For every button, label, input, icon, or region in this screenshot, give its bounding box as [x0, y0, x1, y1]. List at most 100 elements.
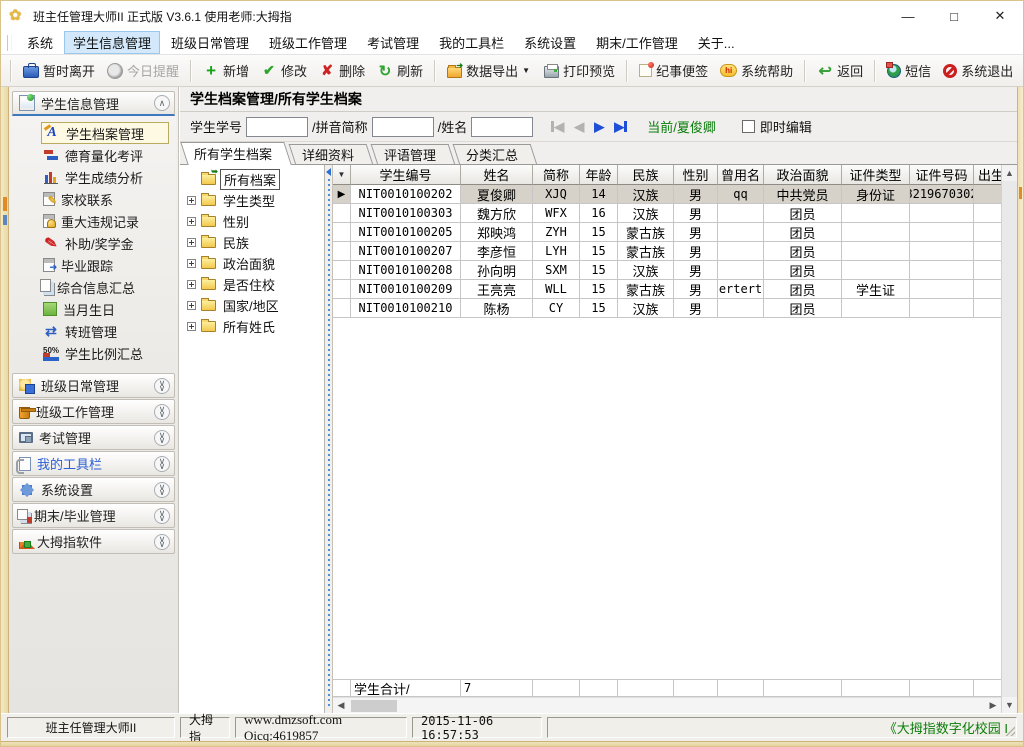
table-row[interactable]: ▶ NIT0010100202夏俊卿XJQ14汉族男qq中共党员身份证28219…: [333, 185, 1001, 204]
grid-options-icon[interactable]: ▼: [338, 170, 346, 179]
refresh-button[interactable]: ↻刷新: [371, 58, 429, 83]
tree-item-surnames[interactable]: 所有姓氏: [186, 316, 324, 337]
menu-about[interactable]: 关于...: [689, 31, 744, 54]
col-age[interactable]: 年龄: [580, 165, 618, 185]
menu-settings[interactable]: 系统设置: [515, 31, 585, 54]
export-dropdown-icon[interactable]: ▼: [522, 66, 532, 75]
horizontal-scroll-thumb[interactable]: [351, 700, 397, 712]
menu-class-daily[interactable]: 班级日常管理: [162, 31, 258, 54]
data-export-button[interactable]: 数据导出▼: [441, 58, 538, 83]
nav-last-button[interactable]: ▶: [614, 119, 627, 135]
sidebar-section-student-info[interactable]: 学生信息管理 ∧: [12, 91, 175, 116]
sidebar-item-home-school[interactable]: 家校联系: [41, 188, 176, 210]
splitter-collapse-icon[interactable]: [326, 168, 331, 176]
nav-first-button[interactable]: ◀: [551, 119, 564, 135]
menu-class-work[interactable]: 班级工作管理: [260, 31, 356, 54]
sidebar-item-violation-record[interactable]: 重大违规记录: [41, 210, 176, 232]
tab-details[interactable]: 详细资料: [292, 144, 370, 165]
col-birth[interactable]: 出生日期: [974, 165, 1001, 185]
table-row[interactable]: NIT0010100303魏方欣WFX16汉族男团员1986: [333, 204, 1001, 223]
tree-item-gender[interactable]: 性别: [186, 211, 324, 232]
expand-plus-icon[interactable]: [187, 238, 196, 247]
col-sex[interactable]: 性别: [674, 165, 718, 185]
sidebar-item-class-transfer[interactable]: ⇄转班管理: [41, 320, 176, 342]
sidebar-item-info-summary[interactable]: 综合信息汇总: [41, 276, 176, 298]
sms-button[interactable]: 短信: [881, 58, 937, 83]
tree-table-splitter[interactable]: [325, 165, 333, 713]
expand-plus-icon[interactable]: [187, 217, 196, 226]
sidebar-item-ratio-summary[interactable]: 50%学生比例汇总: [41, 342, 176, 364]
nav-prev-button[interactable]: ◀: [574, 119, 584, 135]
sidebar-section-thumb-software[interactable]: 大拇指软件∨∨: [12, 529, 175, 554]
sidebar-item-score-analysis[interactable]: 学生成绩分析: [41, 166, 176, 188]
col-student-id[interactable]: 学生编号: [351, 165, 461, 185]
tab-category-summary[interactable]: 分类汇总: [456, 144, 534, 165]
sidebar-item-birthday[interactable]: 当月生日: [41, 298, 176, 320]
sidebar-section-term-end[interactable]: 期末/毕业管理∨∨: [12, 503, 175, 528]
tree-item-nation[interactable]: 民族: [186, 232, 324, 253]
col-abbr[interactable]: 简称: [533, 165, 580, 185]
sidebar-section-class-work[interactable]: 班级工作管理∨∨: [12, 399, 175, 424]
delete-button[interactable]: ✘删除: [313, 58, 371, 83]
tree-item-student-type[interactable]: 学生类型: [186, 190, 324, 211]
name-input[interactable]: [471, 117, 533, 137]
add-button[interactable]: +新增: [197, 58, 255, 83]
scroll-right-icon[interactable]: ▶: [985, 700, 1001, 711]
col-id-type[interactable]: 证件类型: [842, 165, 910, 185]
horizontal-scrollbar[interactable]: ◀ ▶: [333, 697, 1001, 713]
sidebar-item-graduate-track[interactable]: 毕业跟踪: [41, 254, 176, 276]
sidebar-item-moral-eval[interactable]: 德育量化考评: [41, 144, 176, 166]
tab-all-student-files[interactable]: 所有学生档案: [184, 142, 288, 165]
expand-plus-icon[interactable]: [187, 196, 196, 205]
resize-grip-icon[interactable]: [1005, 726, 1015, 736]
menu-term-end[interactable]: 期末/工作管理: [587, 31, 687, 54]
tree-item-boarding[interactable]: 是否住校: [186, 274, 324, 295]
instant-edit-checkbox[interactable]: [742, 120, 755, 133]
sidebar-item-student-file[interactable]: A学生档案管理: [41, 122, 169, 144]
table-row[interactable]: NIT0010100205郑映鸿ZYH15蒙古族男团员1986: [333, 223, 1001, 242]
sidebar-section-settings[interactable]: 系统设置∨∨: [12, 477, 175, 502]
sidebar-section-exam[interactable]: 考试管理∨∨: [12, 425, 175, 450]
close-button[interactable]: ✕: [977, 1, 1023, 31]
tab-comments[interactable]: 评语管理: [374, 144, 452, 165]
col-former-name[interactable]: 曾用名: [718, 165, 764, 185]
sidebar-section-class-daily[interactable]: 班级日常管理∨∨: [12, 373, 175, 398]
back-button[interactable]: ↩返回: [811, 58, 869, 83]
sidebar-section-my-toolbar[interactable]: 我的工具栏∨∨: [12, 451, 175, 476]
tree-item-political[interactable]: 政治面貌: [186, 253, 324, 274]
print-preview-button[interactable]: 打印预览: [538, 58, 621, 83]
table-row[interactable]: NIT0010100209王亮亮WLL15蒙古族男ertert团员学生证1986: [333, 280, 1001, 299]
expand-plus-icon[interactable]: [187, 259, 196, 268]
expand-plus-icon[interactable]: [187, 322, 196, 331]
menu-my-toolbar[interactable]: 我的工具栏: [430, 31, 513, 54]
col-id-number[interactable]: 证件号码: [910, 165, 974, 185]
scroll-down-icon[interactable]: ▼: [1002, 697, 1017, 713]
col-name[interactable]: 姓名: [461, 165, 533, 185]
pinyin-input[interactable]: [372, 117, 434, 137]
collapse-chevron-up-icon[interactable]: ∧: [154, 95, 170, 111]
expand-chevron-down-icon[interactable]: ∨∨: [154, 378, 170, 394]
col-nation[interactable]: 民族: [618, 165, 674, 185]
memo-note-button[interactable]: 纪事便签: [633, 58, 714, 83]
table-row[interactable]: NIT0010100208孙向明SXM15汉族男团员1986: [333, 261, 1001, 280]
expand-chevron-down-icon[interactable]: ∨∨: [154, 404, 170, 420]
student-id-input[interactable]: [246, 117, 308, 137]
expand-chevron-down-icon[interactable]: ∨∨: [154, 534, 170, 550]
sidebar-item-scholarship[interactable]: ✎补助/奖学金: [41, 232, 176, 254]
table-row[interactable]: NIT0010100207李彦恒LYH15蒙古族男团员1986: [333, 242, 1001, 261]
edit-button[interactable]: ✔修改: [255, 58, 313, 83]
table-row[interactable]: NIT0010100210陈杨CY15汉族男团员1986: [333, 299, 1001, 318]
today-reminder-button[interactable]: 今日提醒: [101, 58, 185, 83]
scroll-up-icon[interactable]: ▲: [1002, 165, 1017, 181]
maximize-button[interactable]: □: [931, 1, 977, 31]
expand-chevron-down-icon[interactable]: ∨∨: [154, 508, 170, 524]
menu-system[interactable]: 系统: [18, 31, 62, 54]
system-help-button[interactable]: hi系统帮助: [714, 58, 799, 83]
tree-item-all-files[interactable]: 所有档案: [186, 169, 324, 190]
menu-exam[interactable]: 考试管理: [358, 31, 428, 54]
expand-plus-icon[interactable]: [187, 280, 196, 289]
menu-student-info[interactable]: 学生信息管理: [64, 31, 160, 54]
nav-next-button[interactable]: ▶: [594, 119, 604, 135]
expand-chevron-down-icon[interactable]: ∨∨: [154, 456, 170, 472]
expand-chevron-down-icon[interactable]: ∨∨: [154, 430, 170, 446]
